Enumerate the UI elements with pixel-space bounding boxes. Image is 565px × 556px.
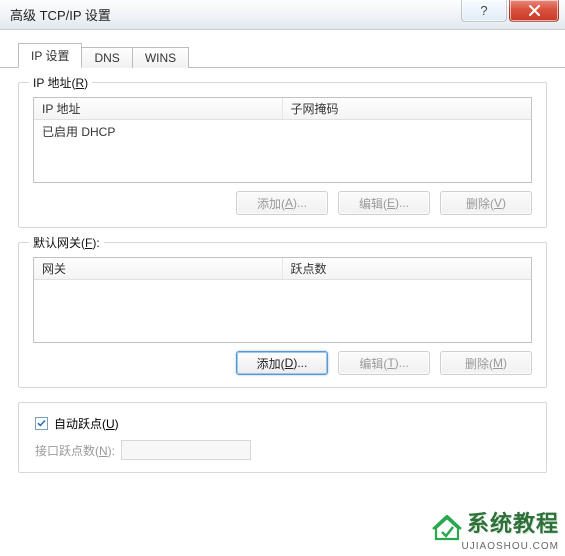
tabstrip: IP 设置 DNS WINS — [0, 44, 565, 68]
auto-metric-label: 自动跃点(U) — [54, 415, 119, 432]
gateway-add-button[interactable]: 添加(D)... — [236, 351, 328, 375]
ip-address-list[interactable]: IP 地址 子网掩码 已启用 DHCP — [33, 97, 532, 183]
titlebar: 高级 TCP/IP 设置 ? — [0, 0, 565, 30]
ip-list-row: 已启用 DHCP — [34, 120, 531, 143]
gateway-list-body — [34, 280, 531, 286]
gateway-button-row: 添加(D)... 编辑(T)... 删除(M) — [33, 351, 532, 375]
col-metric[interactable]: 跃点数 — [283, 258, 532, 279]
house-icon — [432, 515, 462, 541]
tab-dns[interactable]: DNS — [81, 47, 132, 68]
close-icon — [529, 5, 540, 16]
gateway-list-header: 网关 跃点数 — [34, 258, 531, 280]
group-gateway-legend: 默认网关(F): — [29, 234, 104, 251]
window-title: 高级 TCP/IP 设置 — [10, 5, 111, 24]
check-icon — [37, 419, 46, 428]
watermark-text: 系统教程 — [467, 511, 559, 536]
group-ip-addresses: IP 地址(R) IP 地址 子网掩码 已启用 DHCP 添加(A)... 编辑… — [18, 82, 547, 228]
ip-button-row: 添加(A)... 编辑(E)... 删除(V) — [33, 191, 532, 215]
ip-add-button: 添加(A)... — [236, 191, 328, 215]
auto-metric-checkbox-row[interactable]: 自动跃点(U) — [35, 415, 532, 432]
ip-edit-button: 编辑(E)... — [338, 191, 430, 215]
watermark: 系统教程 UJIAOSHOU.COM — [432, 506, 559, 552]
gateway-edit-button: 编辑(T)... — [338, 351, 430, 375]
col-subnet-mask[interactable]: 子网掩码 — [283, 98, 532, 119]
col-ip-address[interactable]: IP 地址 — [34, 98, 283, 119]
gateway-delete-button: 删除(M) — [440, 351, 532, 375]
interface-metric-input — [121, 440, 251, 460]
close-button[interactable] — [509, 0, 559, 22]
auto-metric-checkbox[interactable] — [35, 417, 48, 430]
watermark-url: UJIAOSHOU.COM — [432, 541, 559, 552]
ip-list-header: IP 地址 子网掩码 — [34, 98, 531, 120]
tab-panel-ip: IP 地址(R) IP 地址 子网掩码 已启用 DHCP 添加(A)... 编辑… — [0, 68, 565, 497]
ip-delete-button: 删除(V) — [440, 191, 532, 215]
group-ip-legend: IP 地址(R) — [29, 74, 92, 91]
window-controls: ? — [461, 0, 565, 22]
group-default-gateway: 默认网关(F): 网关 跃点数 添加(D)... 编辑(T)... 删除(M) — [18, 242, 547, 388]
group-auto-metric: 自动跃点(U) 接口跃点数(N): — [18, 402, 547, 473]
col-gateway[interactable]: 网关 — [34, 258, 283, 279]
tab-ip-settings[interactable]: IP 设置 — [18, 43, 82, 68]
gateway-list[interactable]: 网关 跃点数 — [33, 257, 532, 343]
help-button[interactable]: ? — [461, 0, 507, 22]
interface-metric-row: 接口跃点数(N): — [35, 440, 532, 460]
interface-metric-label: 接口跃点数(N): — [35, 442, 115, 459]
tab-wins[interactable]: WINS — [132, 47, 189, 68]
